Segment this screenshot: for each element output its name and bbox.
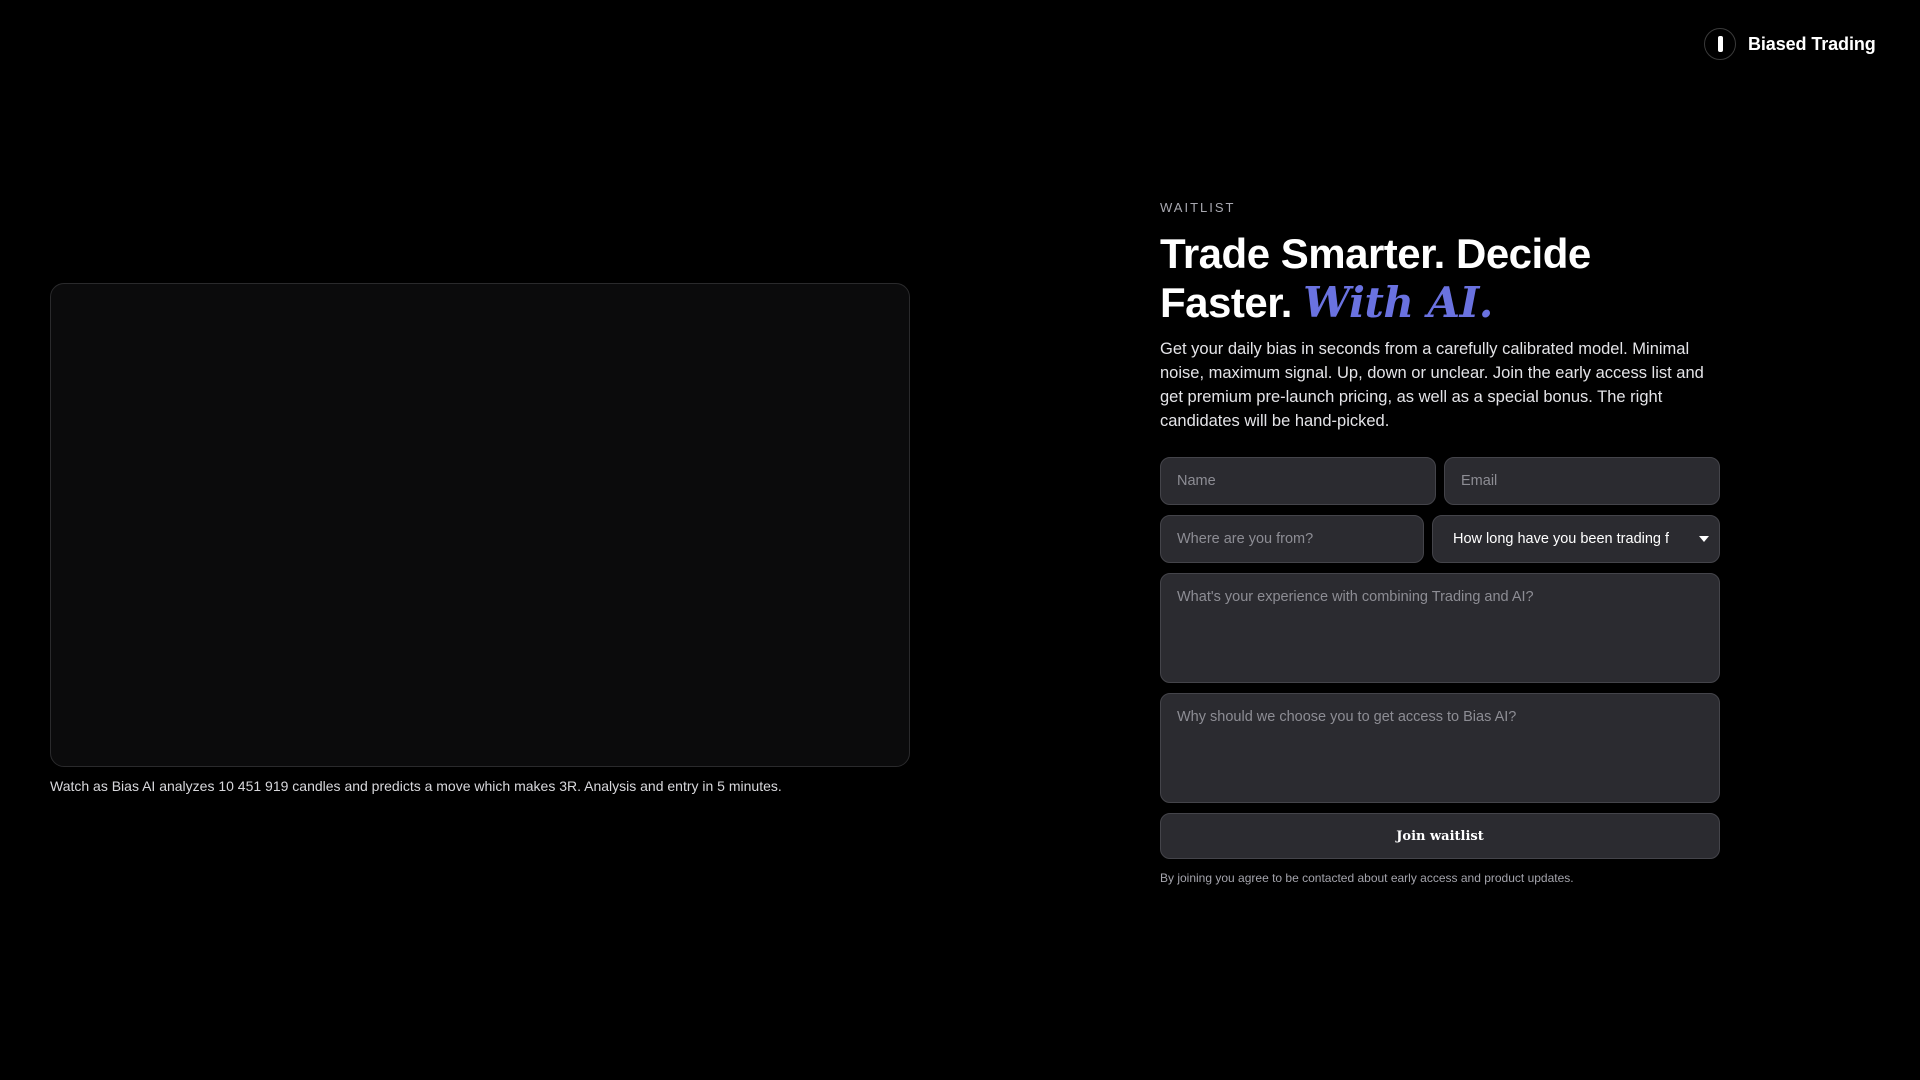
brand-name: Biased Trading [1748,33,1876,54]
waitlist-section: WAITLIST Trade Smarter. Decide Faster. W… [1160,200,1720,885]
experience-textarea[interactable] [1160,573,1720,683]
brand-logo-bar [1717,36,1723,52]
location-input[interactable] [1160,515,1424,563]
trading-duration-select[interactable]: How long have you been trading f [1432,515,1720,563]
brand[interactable]: Biased Trading [1704,28,1876,60]
video-player[interactable] [50,283,910,767]
headline-line2: Faster. [1160,279,1292,326]
headline-line1: Trade Smarter. Decide [1160,230,1591,277]
reason-textarea[interactable] [1160,693,1720,803]
name-input[interactable] [1160,457,1436,505]
video-caption: Watch as Bias AI analyzes 10 451 919 can… [50,778,782,794]
chevron-down-icon [1699,536,1709,542]
headline-accent: With AI. [1303,278,1493,327]
email-input[interactable] [1444,457,1720,505]
waitlist-form: How long have you been trading f Join wa… [1160,457,1720,859]
trading-duration-value: How long have you been trading f [1453,531,1670,547]
disclaimer-text: By joining you agree to be contacted abo… [1160,871,1574,885]
headline: Trade Smarter. Decide Faster. With AI. [1160,229,1720,327]
brand-logo-icon [1704,28,1736,60]
hero-description: Get your daily bias in seconds from a ca… [1160,340,1704,430]
join-waitlist-button[interactable]: Join waitlist [1160,813,1720,859]
form-row-background: How long have you been trading f [1160,515,1720,563]
eyebrow-label: WAITLIST [1160,200,1236,215]
form-row-identity [1160,457,1720,505]
